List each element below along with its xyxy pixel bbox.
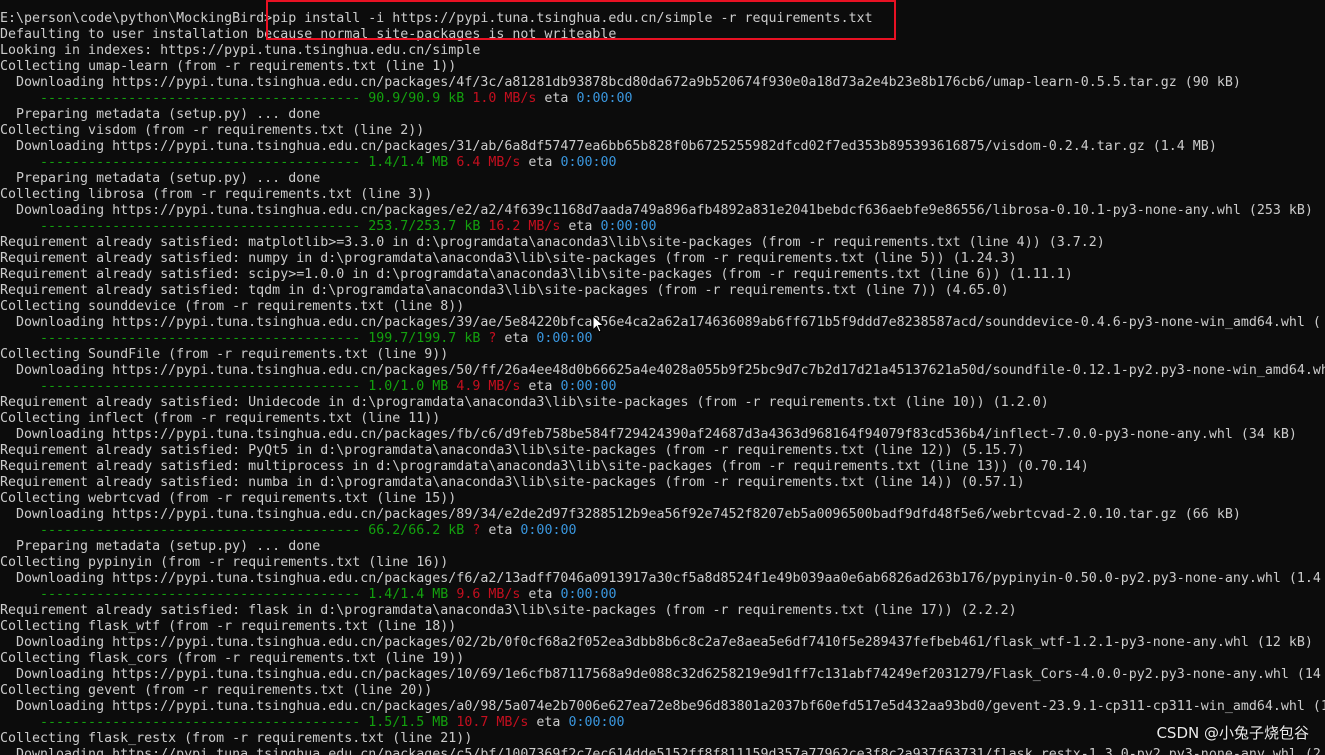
eta-time: 0:00:00 <box>560 379 617 394</box>
csdn-watermark: CSDN @小兔子烧包谷 <box>1156 724 1309 742</box>
terminal-output[interactable]: E:\person\code\python\MockingBird>pip in… <box>0 11 1325 755</box>
output-line: Looking in indexes: https://pypi.tuna.ts… <box>0 43 481 58</box>
output-line: Requirement already satisfied: Unidecode… <box>0 395 1049 410</box>
eta-label: eta <box>544 91 569 106</box>
output-line: Requirement already satisfied: PyQt5 in … <box>0 443 1025 458</box>
output-line: Downloading https://pypi.tuna.tsinghua.e… <box>0 203 1313 218</box>
eta-time: 0:00:00 <box>560 587 617 602</box>
download-speed: 16.2 MB/s <box>488 219 561 234</box>
eta-time: 0:00:00 <box>536 331 593 346</box>
eta-label: eta <box>488 523 513 538</box>
output-line: Requirement already satisfied: scipy>=1.… <box>0 267 1073 282</box>
output-line: Collecting umap-learn (from -r requireme… <box>0 59 457 74</box>
download-speed: 9.6 MB/s <box>456 587 521 602</box>
progress-bar: ---------------------------------------- <box>0 331 369 346</box>
progress-line: ----------------------------------------… <box>0 91 1325 107</box>
output-line: Downloading https://pypi.tuna.tsinghua.e… <box>0 363 1325 378</box>
download-size: 253.7/253.7 kB <box>368 219 481 234</box>
eta-time: 0:00:00 <box>600 219 657 234</box>
eta-time: 0:00:00 <box>560 155 617 170</box>
eta-label: eta <box>528 587 553 602</box>
download-speed: 4.9 MB/s <box>456 379 521 394</box>
output-line: Collecting flask_restx (from -r requirem… <box>0 731 473 746</box>
eta-label: eta <box>568 219 593 234</box>
eta-label: eta <box>504 331 529 346</box>
download-speed: ? <box>488 331 497 346</box>
output-line: Requirement already satisfied: tqdm in d… <box>0 283 1009 298</box>
download-size: 1.4/1.4 MB <box>368 155 449 170</box>
download-size: 90.9/90.9 kB <box>368 91 465 106</box>
progress-bar: ---------------------------------------- <box>0 155 369 170</box>
progress-bar: ---------------------------------------- <box>0 379 369 394</box>
eta-label: eta <box>528 379 553 394</box>
output-line: Downloading https://pypi.tuna.tsinghua.e… <box>0 747 1321 755</box>
mouse-pointer-icon <box>592 315 605 333</box>
output-line: Collecting librosa (from -r requirements… <box>0 187 433 202</box>
download-speed: ? <box>472 523 481 538</box>
output-line: Collecting visdom (from -r requirements.… <box>0 123 425 138</box>
output-line: Requirement already satisfied: numpy in … <box>0 251 1017 266</box>
output-line: Downloading https://pypi.tuna.tsinghua.e… <box>0 507 1241 522</box>
output-line: Preparing metadata (setup.py) ... done <box>0 539 321 554</box>
output-line: Downloading https://pypi.tuna.tsinghua.e… <box>0 139 1217 154</box>
output-line: Downloading https://pypi.tuna.tsinghua.e… <box>0 635 1313 650</box>
eta-time: 0:00:00 <box>576 91 633 106</box>
output-line: Requirement already satisfied: flask in … <box>0 603 1017 618</box>
progress-bar: ---------------------------------------- <box>0 523 369 538</box>
output-line: E:\person\code\python\MockingBird>pip in… <box>0 11 873 26</box>
output-line: Collecting flask_cors (from -r requireme… <box>0 651 465 666</box>
output-line: Collecting flask_wtf (from -r requiremen… <box>0 619 457 634</box>
download-speed: 1.0 MB/s <box>472 91 537 106</box>
download-speed: 10.7 MB/s <box>456 715 529 730</box>
output-line: Requirement already satisfied: numba in … <box>0 475 1025 490</box>
progress-line: ----------------------------------------… <box>0 715 1325 731</box>
progress-bar: ---------------------------------------- <box>0 219 369 234</box>
download-size: 1.0/1.0 MB <box>368 379 449 394</box>
progress-line: ----------------------------------------… <box>0 155 1325 171</box>
output-line: Downloading https://pypi.tuna.tsinghua.e… <box>0 75 1241 90</box>
download-speed: 6.4 MB/s <box>456 155 521 170</box>
output-line: Collecting SoundFile (from -r requiremen… <box>0 347 449 362</box>
output-line: Requirement already satisfied: matplotli… <box>0 235 1105 250</box>
output-line: Collecting sounddevice (from -r requirem… <box>0 299 465 314</box>
output-line: Preparing metadata (setup.py) ... done <box>0 107 321 122</box>
progress-bar: ---------------------------------------- <box>0 91 369 106</box>
download-size: 1.4/1.4 MB <box>368 587 449 602</box>
eta-label: eta <box>528 155 553 170</box>
progress-bar: ---------------------------------------- <box>0 715 369 730</box>
output-line: Downloading https://pypi.tuna.tsinghua.e… <box>0 427 1297 442</box>
output-line: Requirement already satisfied: multiproc… <box>0 459 1089 474</box>
progress-line: ----------------------------------------… <box>0 379 1325 395</box>
progress-line: ----------------------------------------… <box>0 523 1325 539</box>
download-size: 66.2/66.2 kB <box>368 523 465 538</box>
output-line: Defaulting to user installation because … <box>0 27 617 42</box>
output-line: Downloading https://pypi.tuna.tsinghua.e… <box>0 699 1325 714</box>
progress-line: ----------------------------------------… <box>0 587 1325 603</box>
output-line: Downloading https://pypi.tuna.tsinghua.e… <box>0 667 1321 682</box>
output-line: Downloading https://pypi.tuna.tsinghua.e… <box>0 571 1321 586</box>
output-line: Collecting inflect (from -r requirements… <box>0 411 441 426</box>
eta-time: 0:00:00 <box>568 715 625 730</box>
output-line: Collecting webrtcvad (from -r requiremen… <box>0 491 457 506</box>
progress-line: ----------------------------------------… <box>0 331 1325 347</box>
output-line: Downloading https://pypi.tuna.tsinghua.e… <box>0 315 1321 330</box>
output-line: Preparing metadata (setup.py) ... done <box>0 171 321 186</box>
download-size: 1.5/1.5 MB <box>368 715 449 730</box>
download-size: 199.7/199.7 kB <box>368 331 481 346</box>
eta-label: eta <box>536 715 561 730</box>
output-line: Collecting pypinyin (from -r requirement… <box>0 555 449 570</box>
output-line: Collecting gevent (from -r requirements.… <box>0 683 433 698</box>
progress-line: ----------------------------------------… <box>0 219 1325 235</box>
eta-time: 0:00:00 <box>520 523 577 538</box>
progress-bar: ---------------------------------------- <box>0 587 369 602</box>
